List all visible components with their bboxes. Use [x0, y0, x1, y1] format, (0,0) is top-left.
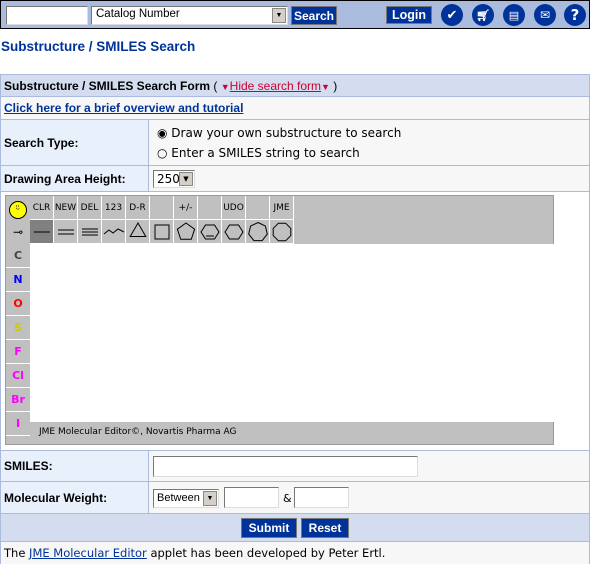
applet-row: JME Molecular Editor©, Novartis Pharma A… — [1, 192, 589, 451]
jme-button-123[interactable]: 123 — [102, 196, 126, 220]
search-form: Substructure / SMILES Search Form ( ▼Hid… — [0, 74, 590, 564]
chevron-down-icon: ▼ — [272, 8, 286, 23]
search-type-value: Catalog Number — [96, 8, 180, 20]
triangle-down-icon: ▼ — [220, 82, 230, 92]
jme-button-jme[interactable]: JME — [270, 196, 294, 220]
pentagon-ring-icon[interactable] — [174, 220, 198, 244]
footer-text: The — [4, 546, 30, 560]
mw-cell: Between ▼ & — [149, 482, 589, 513]
drawing-height-label: Drawing Area Height: — [1, 166, 149, 191]
smiley-icon[interactable]: ᵕ̈ — [7, 197, 29, 219]
reset-button[interactable]: Reset — [301, 518, 349, 538]
cart-icon[interactable]: 🛒︎ — [472, 4, 494, 26]
single-bond-icon[interactable] — [30, 220, 54, 244]
atom-button-cl[interactable]: Cl — [6, 364, 30, 388]
atom-button-br[interactable]: Br — [6, 388, 30, 412]
octagon-ring-icon[interactable] — [270, 220, 294, 244]
search-type-row: Search Type: ◉ Draw your own substructur… — [1, 120, 589, 166]
delete-bond-icon[interactable]: ⊸ — [6, 220, 30, 244]
checkmark-icon[interactable]: ✔ — [441, 4, 463, 26]
atom-button-n[interactable]: N — [6, 268, 30, 292]
jme-button-blank[interactable] — [150, 196, 174, 220]
drawing-height-select[interactable]: 250 ▼ — [153, 170, 195, 188]
mw-mode-select[interactable]: Between ▼ — [153, 489, 219, 508]
form-header: Substructure / SMILES Search Form ( ▼Hid… — [1, 75, 589, 97]
mw-min-input[interactable] — [224, 487, 279, 508]
print-icon[interactable]: ▤ — [503, 4, 525, 26]
paren: ( — [213, 79, 218, 93]
chevron-down-icon: ▼ — [203, 491, 217, 506]
tutorial-row: Click here for a brief overview and tuto… — [1, 97, 589, 120]
smiles-row: SMILES: — [1, 451, 589, 482]
help-icon[interactable]: ? — [564, 4, 586, 26]
button-row: Submit Reset — [1, 514, 589, 542]
heptagon-ring-icon[interactable] — [246, 220, 270, 244]
search-type-options: ◉ Draw your own substructure to search ○… — [149, 120, 589, 165]
jme-button-blank[interactable] — [198, 196, 222, 220]
radio-smiles[interactable]: ○ Enter a SMILES string to search — [157, 146, 360, 160]
drawing-height-cell: 250 ▼ — [149, 166, 589, 191]
jme-button-new[interactable]: NEW — [54, 196, 78, 220]
search-input[interactable] — [6, 6, 88, 25]
applet-status: JME Molecular Editor©, Novartis Pharma A… — [39, 427, 237, 437]
square-ring-icon[interactable] — [150, 220, 174, 244]
smiles-cell — [149, 451, 589, 481]
triangle-ring-icon[interactable] — [126, 220, 150, 244]
jme-editor: JME Molecular Editor©, Novartis Pharma A… — [5, 195, 554, 445]
mw-mode-value: Between — [157, 492, 200, 504]
atom-button-s[interactable]: S — [6, 316, 30, 340]
jme-button-dr[interactable]: D-R — [126, 196, 150, 220]
search-type-label: Search Type: — [1, 120, 149, 165]
radio-label: Enter a SMILES string to search — [171, 146, 360, 160]
double-bond-icon[interactable] — [54, 220, 78, 244]
drawing-height-row: Drawing Area Height: 250 ▼ — [1, 166, 589, 192]
chevron-down-icon: ▼ — [179, 172, 193, 186]
login-button[interactable]: Login — [386, 6, 432, 24]
drawing-height-value: 250 — [157, 172, 180, 186]
footer-text: applet has been developed by Peter Ertl. — [146, 546, 386, 560]
page-title: Substructure / SMILES Search — [1, 39, 196, 54]
search-type-select[interactable]: Catalog Number ▼ — [91, 6, 288, 25]
jme-button-udo[interactable]: UDO — [222, 196, 246, 220]
mw-row: Molecular Weight: Between ▼ & — [1, 482, 589, 514]
and-label: & — [283, 492, 292, 505]
form-title: Substructure / SMILES Search Form — [4, 79, 211, 93]
mw-label: Molecular Weight: — [1, 482, 149, 513]
jme-button-[interactable]: +/- — [174, 196, 198, 220]
jme-button-blank[interactable] — [246, 196, 270, 220]
smiles-label: SMILES: — [1, 451, 149, 481]
atom-button-f[interactable]: F — [6, 340, 30, 364]
tutorial-link[interactable]: Click here for a brief overview and tuto… — [4, 101, 243, 115]
drawing-canvas[interactable] — [30, 244, 554, 422]
atom-button-c[interactable]: C — [6, 244, 30, 268]
hexagon-ring-icon[interactable] — [222, 220, 246, 244]
jme-button-del[interactable]: DEL — [78, 196, 102, 220]
footer: The JME Molecular Editor applet has been… — [1, 542, 589, 564]
jme-button-clr[interactable]: CLR — [30, 196, 54, 220]
radio-draw[interactable]: ◉ Draw your own substructure to search — [157, 126, 401, 140]
atom-button-i[interactable]: I — [6, 412, 30, 436]
smiles-input[interactable] — [153, 456, 418, 477]
submit-button[interactable]: Submit — [241, 518, 297, 538]
paren: ) — [333, 79, 338, 93]
mail-icon[interactable]: ✉ — [534, 4, 556, 26]
search-button[interactable]: Search — [291, 6, 337, 25]
chain-icon[interactable] — [102, 220, 126, 244]
hide-search-form-link[interactable]: Hide search form — [230, 79, 321, 93]
mw-max-input[interactable] — [294, 487, 349, 508]
jme-link[interactable]: JME Molecular Editor — [29, 546, 147, 560]
triple-bond-icon[interactable] — [78, 220, 102, 244]
radio-label: Draw your own substructure to search — [171, 126, 402, 140]
atom-button-o[interactable]: O — [6, 292, 30, 316]
triangle-down-icon: ▼ — [321, 82, 330, 92]
top-bar: Catalog Number ▼ Search Login ✔ 🛒︎ ▤ ✉ ? — [0, 0, 590, 29]
benzene-ring-icon[interactable] — [198, 220, 222, 244]
